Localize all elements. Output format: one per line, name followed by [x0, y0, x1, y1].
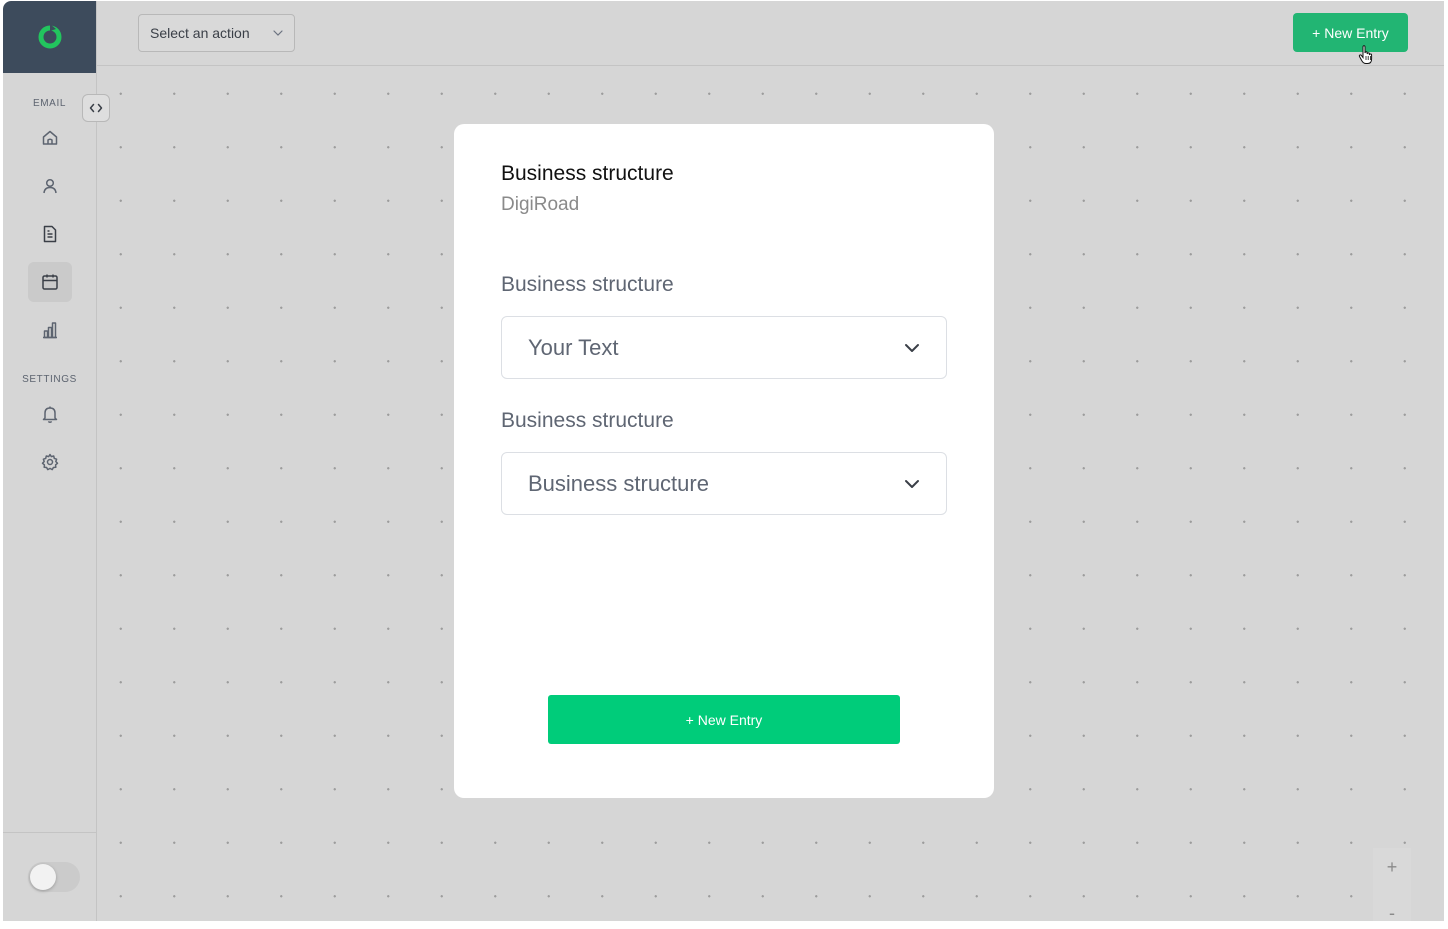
home-icon [42, 130, 58, 145]
chevron-down-icon [905, 479, 919, 488]
business-structure-dropdown[interactable]: Your Text [501, 316, 947, 379]
topbar: Select an action + New Entry [97, 1, 1444, 66]
settings-section-label: SETTINGS [22, 374, 77, 385]
zoom-controls: + - [1373, 848, 1411, 921]
sidebar: EMAIL SETTINGS [3, 1, 97, 921]
chart-icon [43, 322, 57, 339]
sidebar-item-notifications[interactable] [28, 394, 72, 434]
logo[interactable] [3, 1, 96, 73]
sidebar-item-documents[interactable] [28, 214, 72, 254]
sidebar-item-analytics[interactable] [28, 310, 72, 350]
business-structure-dropdown[interactable]: Business structure [501, 452, 947, 515]
bell-icon [42, 406, 58, 423]
code-brackets-icon [89, 103, 103, 113]
form-card: Business structure DigiRoad Business str… [454, 124, 994, 798]
field-label: Business structure [501, 273, 674, 296]
app-window: EMAIL SETTINGS Select an action + New En… [3, 1, 1444, 921]
user-icon [43, 178, 57, 194]
dropdown-value: Business structure [528, 470, 709, 496]
card-subtitle: DigiRoad [501, 194, 580, 215]
action-select[interactable]: Select an action [138, 14, 295, 52]
gear-icon [41, 453, 59, 471]
sidebar-item-user[interactable] [28, 166, 72, 206]
new-entry-button[interactable]: + New Entry [548, 695, 900, 744]
document-icon [43, 225, 57, 243]
hand-cursor-icon [1358, 45, 1373, 64]
chevron-down-icon [905, 343, 919, 352]
new-entry-button-top[interactable]: + New Entry [1293, 13, 1408, 52]
zoom-in-button[interactable]: + [1373, 852, 1411, 882]
theme-toggle[interactable] [28, 862, 80, 892]
field-label: Business structure [501, 409, 674, 432]
action-select-label: Select an action [150, 25, 250, 41]
chevron-down-icon [273, 30, 283, 36]
sidebar-item-home[interactable] [28, 118, 72, 158]
zoom-out-button[interactable]: - [1373, 898, 1411, 921]
dropdown-value: Your Text [528, 334, 619, 360]
sidebar-footer [3, 832, 96, 921]
sidebar-item-settings[interactable] [28, 442, 72, 482]
sidebar-collapse-button[interactable] [82, 94, 110, 122]
toggle-knob [30, 864, 56, 890]
sidebar-item-calendar[interactable] [28, 262, 72, 302]
card-title: Business structure [501, 162, 674, 185]
calendar-icon [42, 274, 58, 290]
app-logo-icon [38, 24, 61, 49]
